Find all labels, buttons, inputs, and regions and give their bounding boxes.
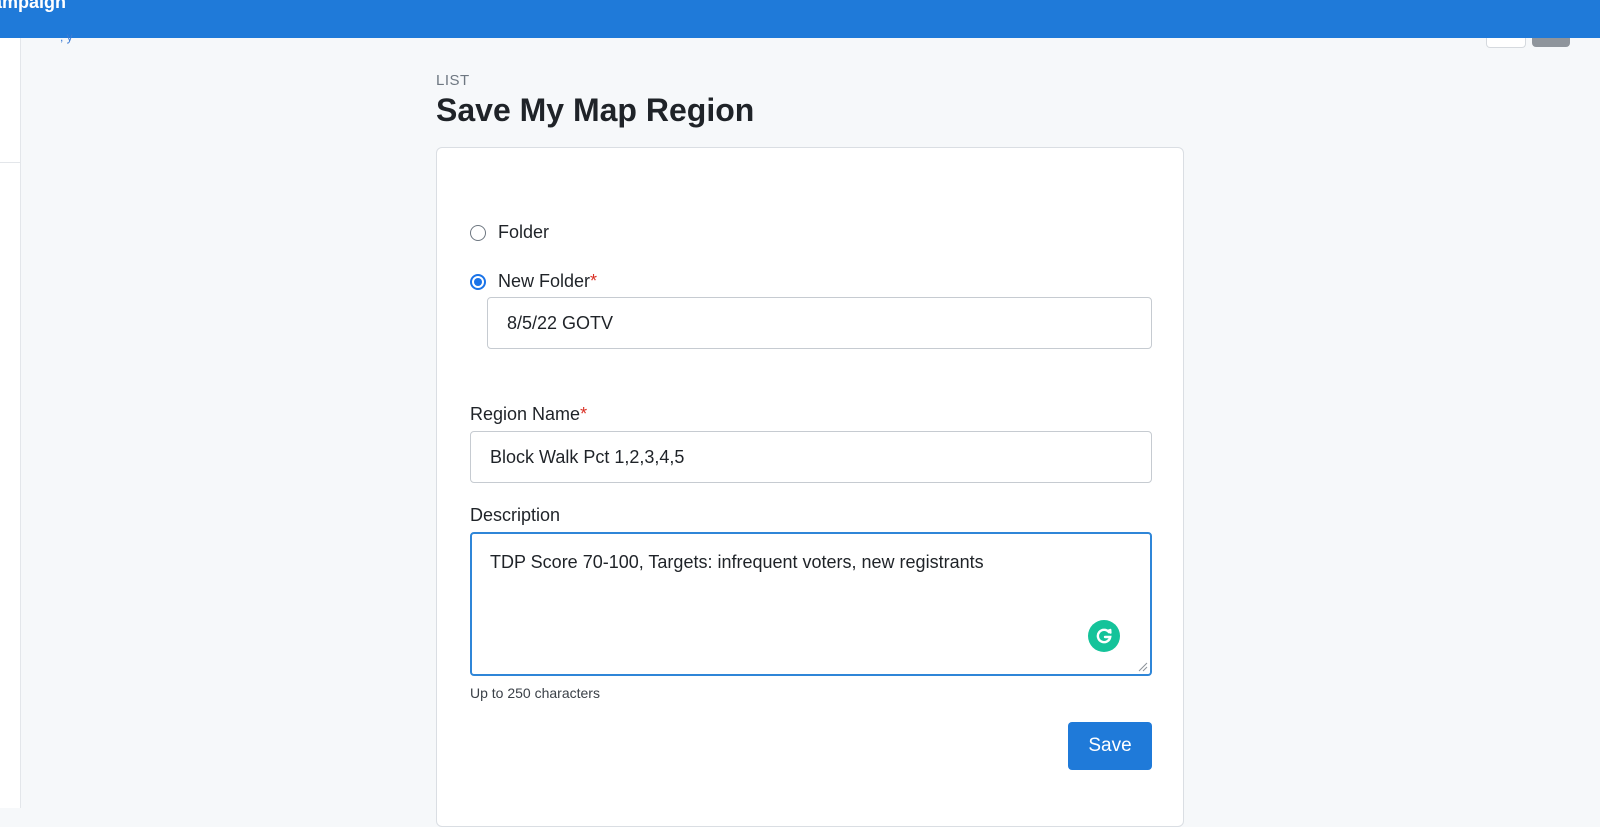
description-label: Description (470, 505, 561, 525)
new-folder-radio[interactable] (470, 273, 486, 290)
folder-radio-label: Folder (498, 222, 550, 242)
page-eyebrow: LIST (436, 72, 470, 89)
header-action-button[interactable] (1486, 38, 1526, 48)
grammarly-icon[interactable] (1088, 620, 1120, 652)
save-button[interactable]: Save (1068, 722, 1152, 770)
region-name-label-text: Region Name (470, 404, 581, 424)
new-folder-radio-option[interactable]: New Folder * (470, 271, 597, 292)
top-app-bar: ampaign (0, 0, 1600, 38)
region-name-label: Region Name* (470, 404, 587, 425)
page-title: Save My Map Region (436, 92, 755, 128)
resize-handle-icon[interactable] (1138, 662, 1148, 672)
required-asterisk: * (580, 404, 588, 424)
breadcrumb[interactable]: , y (60, 30, 73, 44)
header-menu-button[interactable] (1532, 38, 1570, 47)
folder-radio-option[interactable]: Folder (470, 222, 549, 243)
required-asterisk: * (590, 271, 598, 291)
description-textarea[interactable]: TDP Score 70-100, Targets: infrequent vo… (470, 532, 1152, 676)
left-panel-divider (0, 162, 20, 163)
new-folder-name-input[interactable] (487, 297, 1152, 349)
region-name-input[interactable] (470, 431, 1152, 483)
description-hint: Up to 250 characters (470, 685, 600, 701)
left-side-panel (0, 38, 21, 808)
app-title[interactable]: ampaign (0, 0, 66, 12)
new-folder-radio-label: New Folder (498, 271, 591, 291)
folder-radio[interactable] (470, 224, 486, 241)
